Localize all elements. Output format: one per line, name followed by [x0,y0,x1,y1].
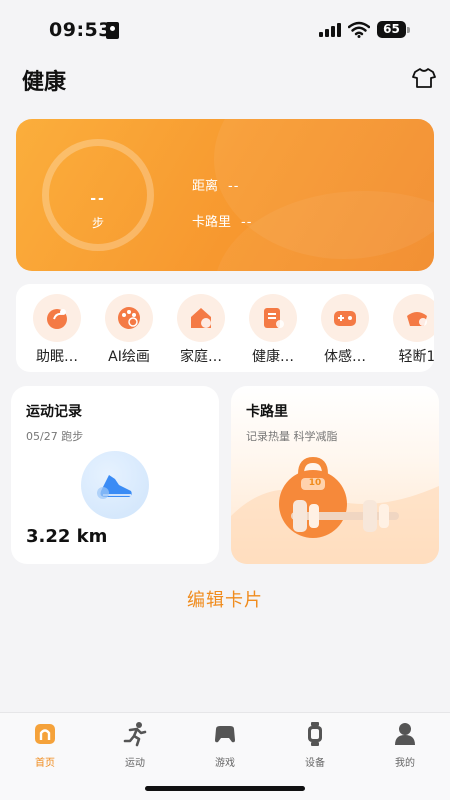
status-time: 09:53 [49,19,112,41]
tab-label: 首页 [35,758,55,769]
app-icon-bg [393,294,434,342]
app-item-family[interactable]: 家庭… [168,294,234,366]
app-item-fasting[interactable]: 轻断1 [384,294,434,366]
steps-ring: -- 步 [42,139,154,251]
gamepad-icon [215,726,235,743]
apps-strip[interactable]: 助眠… AI绘画 家庭… 健康… 体感… 轻断1 [16,284,434,372]
home-icon [35,724,55,744]
palette-icon [118,307,140,329]
gamepad-icon [334,311,356,326]
running-icon [123,722,147,747]
app-icon-bg [177,294,225,342]
calories-value: -- [241,215,253,230]
app-label: 健康… [252,349,294,365]
card-subtitle: 记录热量 科学减脂 [246,430,338,443]
app-icon-bg [33,294,81,342]
tshirt-icon[interactable] [412,67,436,89]
sleep-icon [47,309,67,329]
app-item-health-doc[interactable]: 健康… [240,294,306,366]
kettlebell-illustration [231,456,439,564]
app-icon-bg [249,294,297,342]
app-label: 助眠… [36,349,78,365]
battery-indicator: 65 [377,21,406,38]
app-label: 轻断1 [398,349,434,365]
tab-games[interactable]: 游戏 [180,721,270,769]
tab-label: 设备 [305,758,325,769]
app-item-ai-painting[interactable]: AI绘画 [96,294,162,366]
app-label: 家庭… [180,349,222,365]
exercise-record-card[interactable]: 运动记录 05/27 跑步 3.22 km [11,386,219,564]
app-label: AI绘画 [108,349,150,365]
running-shoe-icon [81,451,149,519]
steps-unit: 步 [91,216,104,230]
app-icon-bg [321,294,369,342]
app-item-motion-game[interactable]: 体感… [312,294,378,366]
health-doc-icon [264,308,284,328]
family-icon [191,308,211,328]
calories-card[interactable]: 卡路里 记录热量 科学减脂 10 [231,386,439,564]
watch-icon [308,722,322,746]
tab-label: 游戏 [215,758,235,769]
battery-cap [407,27,410,33]
wifi-icon [348,21,370,38]
distance-value: -- [228,179,240,194]
user-icon [395,723,415,745]
distance-label: 距离 [192,179,219,194]
cellular-signal-icon [319,23,341,37]
calories-row: 卡路里 -- [192,211,252,230]
page-title: 健康 [22,70,67,95]
steps-value: -- [90,191,106,207]
status-bar: 09:53 65 [0,0,450,60]
app-label: 体感… [324,349,366,365]
kettlebell-weight: 10 [308,478,322,488]
app-icon-bg [105,294,153,342]
home-indicator [145,786,305,791]
calories-label: 卡路里 [192,215,232,230]
card-title: 卡路里 [246,404,288,420]
exercise-distance: 3.22 km [26,526,108,547]
tab-devices[interactable]: 设备 [270,721,360,769]
activity-summary-card[interactable]: -- 步 距离 -- 卡路里 -- [16,119,434,271]
distance-row: 距离 -- [192,175,239,194]
tab-label: 运动 [125,758,145,769]
edit-cards-button[interactable]: 编辑卡片 [0,586,450,612]
app-item-sleep[interactable]: 助眠… [24,294,90,366]
contact-card-icon [106,22,119,39]
tab-exercise[interactable]: 运动 [90,721,180,769]
tab-label: 我的 [395,758,415,769]
card-subtitle: 05/27 跑步 [26,430,84,443]
tab-home[interactable]: 首页 [0,721,90,769]
tab-profile[interactable]: 我的 [360,721,450,769]
fasting-icon [407,312,427,326]
card-title: 运动记录 [26,404,82,420]
